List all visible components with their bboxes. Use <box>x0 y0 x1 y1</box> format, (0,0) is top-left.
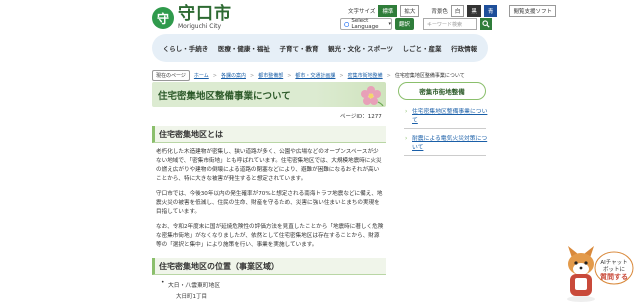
font-large-button[interactable]: 拡大 <box>400 5 420 17</box>
site-logo[interactable]: 守 守口市 Moriguchi City <box>152 6 232 30</box>
language-select-label: Select Language <box>351 18 379 30</box>
sidebar-link[interactable]: 耐震による電気火災対策について <box>405 135 488 152</box>
language-select[interactable]: Select Language ▾ <box>340 18 392 30</box>
language-search-bar: Select Language ▾ 翻訳 キーワード検索 <box>340 18 493 30</box>
sidebar-heading[interactable]: 密集市街地整備 <box>398 82 486 100</box>
font-size-label: 文字サイズ <box>348 9 376 15</box>
fox-mascot-icon <box>567 246 595 302</box>
chevron-right-icon: > <box>212 72 217 79</box>
chevron-right-icon: > <box>249 72 255 79</box>
list-item: 大日・八雲東町地区 <box>161 280 220 289</box>
chatbot-label-bottom: 質問する <box>600 272 628 281</box>
body-paragraph: なお、令和2年度末に国が延焼危険性の評価方法を見直したことから「地震時に著しく危… <box>156 224 384 248</box>
breadcrumb: 現在のページ ホーム > 各課の案内 > 都市整備部 > 都市・交通計画課 > … <box>152 70 465 81</box>
search-button[interactable] <box>480 18 493 30</box>
accessibility-toolbar: 文字サイズ 標準 拡大 背景色 白 黒 青 閲覧支援ソフト <box>348 5 556 17</box>
breadcrumb-link[interactable]: 都市整備部 <box>258 72 283 79</box>
google-icon <box>344 21 350 27</box>
breadcrumb-link[interactable]: 都市・交通計画課 <box>295 72 335 79</box>
translate-button[interactable]: 翻訳 <box>395 18 415 30</box>
body-paragraph: 老朽化した木造建物が密集し、狭い道路が多く、公園や広場などのオープンスペースが少… <box>156 149 382 182</box>
font-standard-button[interactable]: 標準 <box>378 5 398 17</box>
chevron-right-icon: > <box>287 72 292 79</box>
chevron-right-icon: > <box>339 72 344 79</box>
chevron-down-icon: ▾ <box>388 21 391 27</box>
city-emblem-icon: 守 <box>152 7 174 29</box>
divider <box>404 155 486 156</box>
breadcrumb-link[interactable]: ホーム <box>194 72 209 79</box>
nav-item-government[interactable]: 行政情報 <box>451 43 477 53</box>
logo-text: 守口市 <box>178 4 232 24</box>
section-heading: 住宅密集地区の位置（事業区域） <box>152 258 386 275</box>
chevron-right-icon: > <box>386 72 391 79</box>
search-icon <box>482 20 490 28</box>
chatbot-label-top: AIチャット <box>600 259 627 266</box>
breadcrumb-link[interactable]: 各課の案内 <box>221 72 246 79</box>
support-software-button[interactable]: 閲覧支援ソフト <box>509 5 556 17</box>
bg-black-button[interactable]: 黒 <box>467 5 481 17</box>
nav-item-health[interactable]: 医療・健康・福祉 <box>218 43 270 53</box>
breadcrumb-here-label: 現在のページ <box>152 70 190 81</box>
nav-item-business[interactable]: しごと・産業 <box>403 43 442 53</box>
chatbot-label-middle: ボットに <box>603 265 625 273</box>
divider <box>404 128 486 129</box>
nav-item-culture[interactable]: 観光・文化・スポーツ <box>328 43 393 53</box>
page-title: 住宅密集地区整備事業について <box>158 91 291 102</box>
sub-list-item: 大日町1丁目 <box>176 294 207 300</box>
sidebar: 密集市街地整備 <box>398 82 486 100</box>
bg-blue-button[interactable]: 青 <box>483 5 498 17</box>
nav-item-education[interactable]: 子育て・教育 <box>279 43 318 53</box>
breadcrumb-current: 住宅密集地区整備事業について <box>394 73 465 79</box>
bg-color-label: 背景色 <box>431 9 448 15</box>
nav-item-living[interactable]: くらし・手続き <box>163 43 209 53</box>
breadcrumb-link[interactable]: 密集市街地整備 <box>348 72 383 79</box>
body-paragraph: 守口市では、今後30年以内の発生確率が70%と想定される南海トラフ地震などに備え… <box>156 191 383 215</box>
global-nav: くらし・手続き 医療・健康・福祉 子育て・教育 観光・文化・スポーツ しごと・産… <box>152 34 488 62</box>
page-id: ページID：1277 <box>340 114 382 120</box>
logo-subtext: Moriguchi City <box>178 23 222 30</box>
section-heading: 住宅密集地区とは <box>152 126 386 143</box>
search-input[interactable]: キーワード検索 <box>423 18 478 30</box>
flower-icon <box>361 86 384 106</box>
sidebar-link[interactable]: 住宅密集地区整備事業について <box>405 108 488 125</box>
chatbot-button[interactable]: AIチャット ボットに 質問する <box>562 244 634 302</box>
bg-white-button[interactable]: 白 <box>450 5 465 17</box>
